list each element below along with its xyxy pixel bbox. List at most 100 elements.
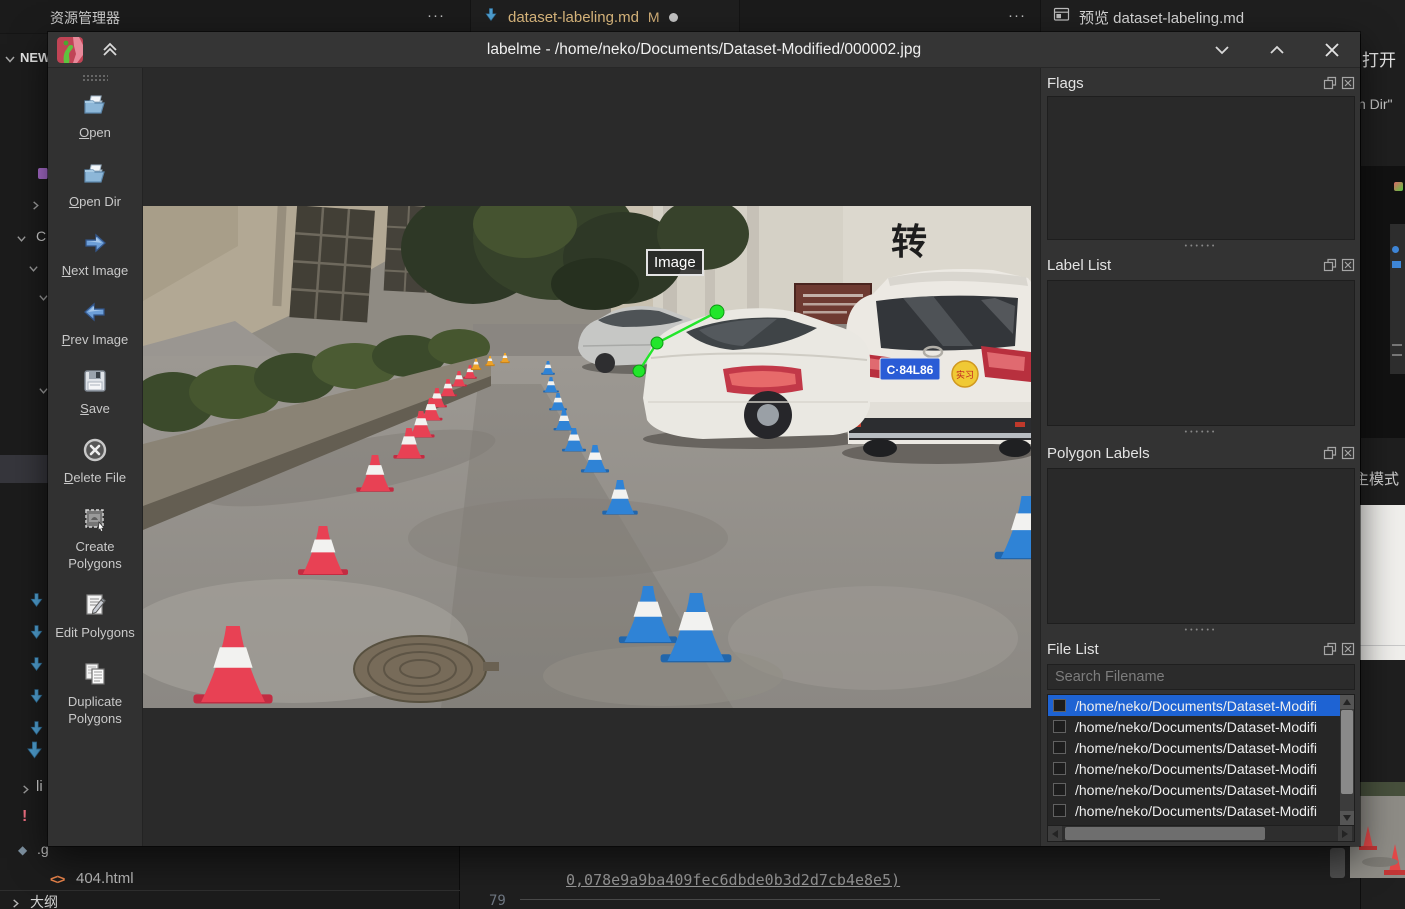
flags-list[interactable] [1047, 96, 1355, 240]
tree-item-g[interactable]: .g [37, 841, 49, 857]
file-checkbox[interactable] [1053, 741, 1066, 754]
search-filename-input[interactable] [1047, 664, 1355, 690]
scrollbar-thumb[interactable] [1065, 827, 1265, 840]
open-button[interactable]: Open [48, 92, 142, 141]
file-list-horizontal-scrollbar[interactable] [1048, 825, 1354, 841]
annotation-vertex[interactable] [710, 305, 724, 319]
flags-panel-header: Flags [1047, 72, 1355, 94]
panel-splitter[interactable]: •••••• [1041, 428, 1361, 436]
float-panel-icon[interactable] [1323, 642, 1337, 656]
file-list-item[interactable]: /home/neko/Documents/Dataset-Modifi [1048, 800, 1341, 821]
label-list[interactable] [1047, 280, 1355, 426]
tree-item-404[interactable]: 404.html [76, 870, 134, 887]
create-polygons-button[interactable]: Create Polygons [48, 506, 142, 572]
toolbar-button-label: Open Dir [69, 193, 121, 210]
chevron-down-icon[interactable] [4, 52, 16, 70]
delete-file-button[interactable]: Delete File [48, 437, 142, 486]
chevron-down-icon[interactable] [28, 261, 39, 279]
edit-polygons-button[interactable]: Edit Polygons [48, 592, 142, 641]
annotation-vertex[interactable] [633, 365, 645, 377]
polygon-labels-list[interactable] [1047, 468, 1355, 624]
file-list-item[interactable]: /home/neko/Documents/Dataset-Modifi [1048, 716, 1341, 737]
tab-dataset-labeling[interactable]: dataset-labeling.md M [470, 0, 740, 34]
scroll-right-icon[interactable] [1338, 826, 1352, 841]
editor-actions-icon[interactable]: ··· [1008, 7, 1026, 24]
markdown-file-icon [483, 7, 499, 28]
labelme-titlebar[interactable]: labelme - /home/neko/Documents/Dataset-M… [48, 32, 1360, 68]
file-checkbox[interactable] [1053, 720, 1066, 733]
close-panel-icon[interactable] [1341, 76, 1355, 90]
panel-title: Label List [1047, 257, 1319, 274]
scroll-down-icon[interactable] [1340, 811, 1354, 825]
file-list-item[interactable]: /home/neko/Documents/Dataset-Modifi [1048, 758, 1341, 779]
markdown-file-icon[interactable] [24, 740, 45, 766]
markdown-file-icon[interactable] [28, 720, 45, 742]
file-list-item[interactable]: /home/neko/Documents/Dataset-Modifi [1048, 779, 1341, 800]
markdown-file-icon[interactable] [28, 592, 45, 614]
chevron-right-icon[interactable] [30, 198, 41, 216]
scroll-left-icon[interactable] [1048, 826, 1062, 841]
duplicate-polygons-button[interactable]: Duplicate Polygons [48, 661, 142, 727]
panel-splitter[interactable]: •••••• [1041, 626, 1361, 634]
markdown-file-icon[interactable] [28, 688, 45, 710]
float-panel-icon[interactable] [1323, 258, 1337, 272]
float-panel-icon[interactable] [1323, 446, 1337, 460]
save-button[interactable]: Save [48, 368, 142, 417]
chevron-right-icon[interactable] [10, 896, 21, 909]
tree-item-c[interactable]: C [36, 228, 46, 244]
labelme-window: labelme - /home/neko/Documents/Dataset-M… [48, 32, 1360, 846]
file-list-item[interactable]: /home/neko/Documents/Dataset-Modifi [1048, 695, 1341, 716]
editor-link-text[interactable]: 0,078e9a9ba409fec6dbde0b3d2d7cb4e8e5) [566, 871, 900, 889]
annotation-tooltip: Image [646, 249, 704, 276]
file-path-label: /home/neko/Documents/Dataset-Modifi [1075, 803, 1317, 819]
minimize-button[interactable] [1210, 38, 1234, 62]
chevron-right-icon[interactable] [20, 782, 31, 800]
tab-preview-dataset-labeling[interactable]: 预览 dataset-labeling.md [1040, 0, 1405, 34]
sticker-text: 实习 [956, 369, 974, 380]
editor-underline [520, 899, 1160, 900]
file-path-label: /home/neko/Documents/Dataset-Modifi [1075, 782, 1317, 798]
open-dir-button[interactable]: Open Dir [48, 161, 142, 210]
window-title: labelme - /home/neko/Documents/Dataset-M… [48, 32, 1360, 68]
editor-scrollbar-thumb[interactable] [1330, 848, 1345, 878]
explorer-more-icon[interactable]: ··· [427, 7, 445, 24]
float-panel-icon[interactable] [1323, 76, 1337, 90]
next-image-button[interactable]: Next Image [48, 230, 142, 279]
tree-item-li[interactable]: li [36, 778, 43, 795]
chevron-down-icon[interactable] [16, 231, 27, 249]
prev-image-button[interactable]: Prev Image [48, 299, 142, 348]
file-checkbox[interactable] [1053, 783, 1066, 796]
labelme-app-icon [57, 37, 83, 63]
scrollbar-thumb[interactable] [1341, 710, 1353, 794]
close-button[interactable] [1320, 38, 1344, 62]
photo[interactable]: 转 [143, 206, 1031, 708]
annotation-vertex[interactable] [651, 337, 663, 349]
maximize-button[interactable] [1265, 38, 1289, 62]
tree-section-new[interactable]: NEW [20, 50, 50, 65]
file-checkbox[interactable] [1053, 762, 1066, 775]
close-panel-icon[interactable] [1341, 258, 1355, 272]
labelme-dock-panel: Flags •••••• Label List •••••• Polygon L… [1040, 68, 1360, 846]
file-checkbox[interactable] [1053, 699, 1066, 712]
labelme-toolbar: Open Open Dir Next Image Prev Image Save Dele… [48, 68, 143, 846]
close-panel-icon[interactable] [1341, 446, 1355, 460]
outline-divider [0, 890, 460, 891]
unsaved-dot-icon[interactable] [669, 13, 678, 22]
preview-text-fragment: n Dir" [1358, 96, 1393, 112]
toolbar-drag-handle-icon[interactable] [82, 74, 108, 82]
scroll-up-icon[interactable] [1340, 695, 1354, 709]
panel-splitter[interactable]: •••••• [1041, 242, 1361, 250]
markdown-file-icon[interactable] [28, 624, 45, 646]
markdown-file-icon[interactable] [28, 656, 45, 678]
folder-theme-icon [38, 168, 48, 179]
exclamation-icon[interactable]: ! [22, 808, 27, 826]
outline-section-label[interactable]: 大纲 [30, 892, 58, 909]
delete-circle-icon [82, 437, 108, 463]
image-canvas[interactable]: 转 [143, 68, 1040, 846]
file-list-item[interactable]: /home/neko/Documents/Dataset-Modifi [1048, 737, 1341, 758]
file-checkbox[interactable] [1053, 804, 1066, 817]
close-panel-icon[interactable] [1341, 642, 1355, 656]
shade-window-button[interactable] [98, 38, 122, 62]
file-list-vertical-scrollbar[interactable] [1340, 695, 1354, 825]
arrow-right-icon [82, 230, 108, 256]
